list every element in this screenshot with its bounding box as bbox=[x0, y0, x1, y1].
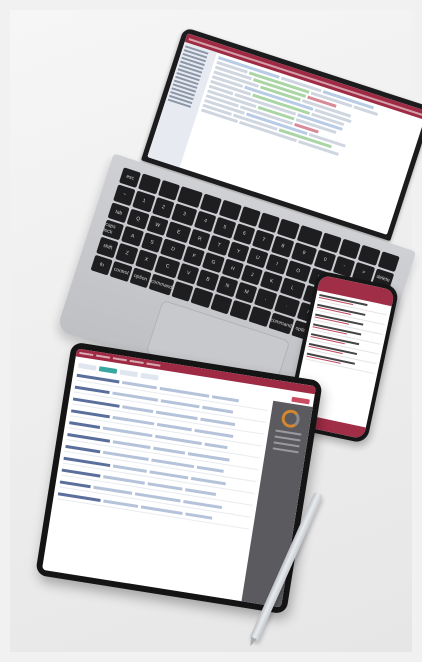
keyboard-key: option bbox=[129, 266, 152, 289]
keyboard-key: 7 bbox=[252, 229, 275, 251]
keyboard-key: 1 bbox=[132, 190, 156, 213]
keyboard-key: V bbox=[177, 263, 200, 285]
progress-ring-icon bbox=[280, 408, 301, 430]
keyboard-key bbox=[229, 299, 252, 321]
keyboard-key: X bbox=[134, 249, 158, 271]
keyboard-key: M bbox=[235, 282, 258, 304]
keyboard-key: Z bbox=[115, 243, 139, 265]
keyboard-key: ~ bbox=[113, 184, 136, 206]
keyboard-key: 0 bbox=[313, 249, 337, 271]
keyboard-key: 8 bbox=[271, 236, 294, 258]
keyboard-key: fn bbox=[90, 254, 114, 276]
keyboard-key bbox=[248, 305, 272, 328]
tablet-grid bbox=[42, 369, 273, 601]
keyboard-key bbox=[210, 293, 233, 315]
keyboard-key bbox=[190, 286, 214, 309]
keyboard-key: 5 bbox=[213, 217, 236, 239]
keyboard-key: , bbox=[254, 288, 277, 310]
keyboard-key: B bbox=[196, 269, 219, 291]
keyboard-key: 4 bbox=[194, 210, 217, 233]
keyboard-key: N bbox=[215, 275, 239, 298]
keyboard-key: 6 bbox=[232, 223, 256, 245]
keyboard-key: control bbox=[109, 260, 133, 282]
keyboard-key bbox=[171, 280, 194, 302]
tablet-body bbox=[42, 369, 313, 608]
keyboard-key: 2 bbox=[151, 197, 175, 219]
product-scene: esc~1234567890-=deletetabQWERTYUIOP[]\ca… bbox=[0, 0, 422, 662]
keyboard-key: shift bbox=[96, 236, 119, 259]
tablet-screen bbox=[41, 348, 317, 608]
